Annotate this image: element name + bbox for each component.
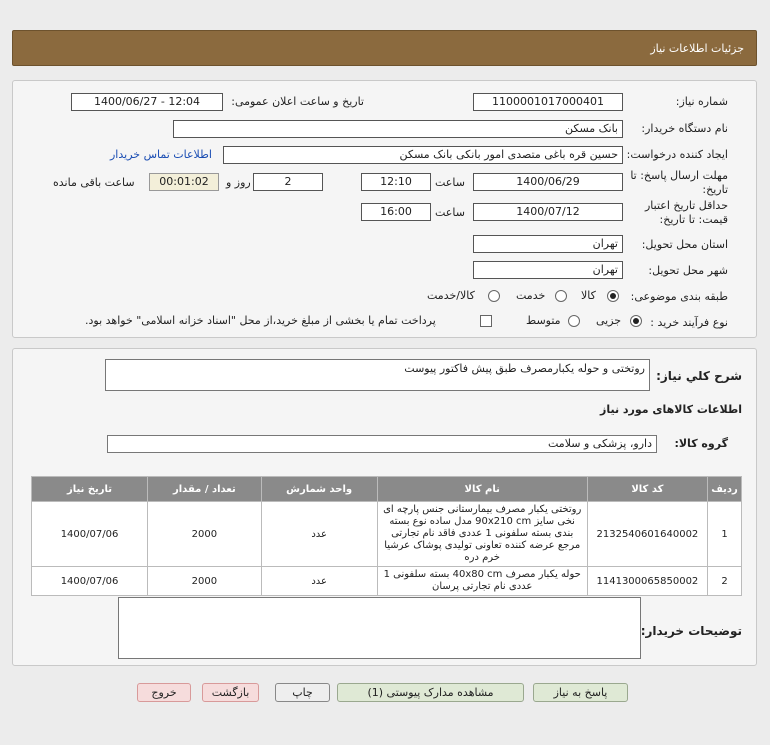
col-unit: واحد شمارش (260, 476, 378, 502)
row-name: حوله یکبار مصرف 40x80 cm بسته سلفونی 1 ع… (376, 566, 588, 596)
category-label: طبقه بندی موضوعی: (630, 290, 728, 303)
row-unit: عدد (260, 566, 378, 596)
col-code: کد کالا (586, 476, 709, 502)
treasury-payment-label: پرداخت تمام یا بخشی از مبلغ خرید،از محل … (85, 314, 436, 327)
goods-table: ردیف کد کالا نام کالا واحد شمارش تعداد /… (30, 476, 742, 596)
buyer-org-label: نام دستگاه خریدار: (641, 122, 728, 135)
deadline-time-field: 12:10 (361, 173, 431, 191)
deadline-label: مهلت ارسال پاسخ: تا (630, 169, 728, 182)
days-label: روز و (226, 176, 251, 189)
deadline-time-label: ساعت (435, 176, 465, 189)
goods-group-label: گروه کالا: (674, 437, 728, 450)
announce-field: 1400/06/27 - 12:04 (71, 93, 223, 111)
page-title: جزئیات اطلاعات نیاز (650, 42, 744, 55)
deadline-date-field: 1400/06/29 (473, 173, 623, 191)
city-label: شهر محل تحویل: (648, 264, 728, 277)
buyer-notes-label: توضیحات خریدار: (640, 624, 742, 638)
row-code: 2132540601640002 (586, 501, 709, 567)
province-field: تهران (473, 235, 623, 253)
print-button[interactable]: چاپ (275, 683, 330, 702)
city-field: تهران (473, 261, 623, 279)
need-number-field: 1100001017000401 (473, 93, 623, 111)
row-qty: 2000 (147, 566, 262, 596)
reply-button[interactable]: پاسخ به نیاز (533, 683, 628, 702)
process-medium-label: متوسط (526, 314, 561, 327)
row-code: 1141300065850002 (586, 566, 709, 596)
process-medium-radio[interactable] (568, 315, 580, 327)
category-goods-label: کالا (581, 289, 596, 302)
need-info-panel: شماره نیاز: 1100001017000401 تاریخ و ساع… (12, 80, 757, 338)
category-service-label: خدمت (516, 289, 546, 302)
goods-group-field: دارو، پزشکی و سلامت (107, 435, 657, 453)
summary-label: شرح كلي نياز: (656, 369, 742, 383)
col-row: ردیف (707, 476, 742, 502)
category-goods-radio[interactable] (607, 290, 619, 302)
process-minor-label: جزیی (596, 314, 622, 327)
remaining-label: ساعت باقی مانده (53, 176, 135, 189)
process-label: نوع فرآیند خرید : (650, 316, 728, 329)
exit-button[interactable]: خروج (137, 683, 191, 702)
row-unit: عدد (260, 501, 378, 567)
buyer-notes-field (118, 597, 641, 659)
contact-info-link[interactable]: اطلاعات تماس خریدار (110, 148, 212, 161)
process-minor-radio[interactable] (630, 315, 642, 327)
page-header: جزئیات اطلاعات نیاز (12, 30, 757, 66)
validity-date-field: 1400/07/12 (473, 203, 623, 221)
announce-label: تاریخ و ساعت اعلان عمومی: (231, 95, 364, 108)
category-goods-service-radio[interactable] (488, 290, 500, 302)
goods-info-title: اطلاعات کالاهای مورد نیاز (600, 403, 742, 416)
need-number-label: شماره نیاز: (675, 95, 728, 108)
row-name: روتختی یکبار مصرف بیمارستانی جنس پارچه ا… (376, 501, 588, 567)
creator-field: حسین قره باغی متصدی امور بانکی بانک مسکن (223, 146, 623, 164)
table-row: 2 1141300065850002 حوله یکبار مصرف 40x80… (30, 566, 742, 596)
remaining-time-field: 00:01:02 (149, 173, 219, 191)
row-index: 2 (707, 566, 742, 596)
validity-label: حداقل تاریخ اعتبار (644, 199, 728, 212)
back-button[interactable]: بازگشت (202, 683, 259, 702)
view-attachments-button[interactable]: مشاهده مدارک پیوستی (1) (337, 683, 524, 702)
validity-label-2: قیمت: تا تاریخ: (659, 213, 728, 226)
creator-label: ایجاد کننده درخواست: (626, 148, 728, 161)
row-date: 1400/07/06 (30, 501, 149, 567)
days-field: 2 (253, 173, 323, 191)
treasury-payment-checkbox[interactable] (480, 315, 492, 327)
row-index: 1 (707, 501, 742, 567)
table-row: 1 2132540601640002 روتختی یکبار مصرف بیم… (30, 501, 742, 567)
row-date: 1400/07/06 (30, 566, 149, 596)
goods-table-header: ردیف کد کالا نام کالا واحد شمارش تعداد /… (30, 476, 742, 502)
summary-field: روتختی و حوله یکبارمصرف طبق پیش فاکتور پ… (105, 359, 650, 391)
validity-time-field: 16:00 (361, 203, 431, 221)
category-service-radio[interactable] (555, 290, 567, 302)
row-qty: 2000 (147, 501, 262, 567)
need-details-panel: شرح كلي نياز: روتختی و حوله یکبارمصرف طب… (12, 348, 757, 666)
buyer-org-field: بانک مسکن (173, 120, 623, 138)
category-goods-service-label: کالا/خدمت (427, 289, 475, 302)
col-date: تاریخ نیاز (30, 476, 149, 502)
validity-time-label: ساعت (435, 206, 465, 219)
col-name: نام کالا (376, 476, 588, 502)
col-qty: تعداد / مقدار (147, 476, 262, 502)
province-label: استان محل تحویل: (641, 238, 728, 251)
deadline-label-2: تاریخ: (702, 183, 728, 196)
